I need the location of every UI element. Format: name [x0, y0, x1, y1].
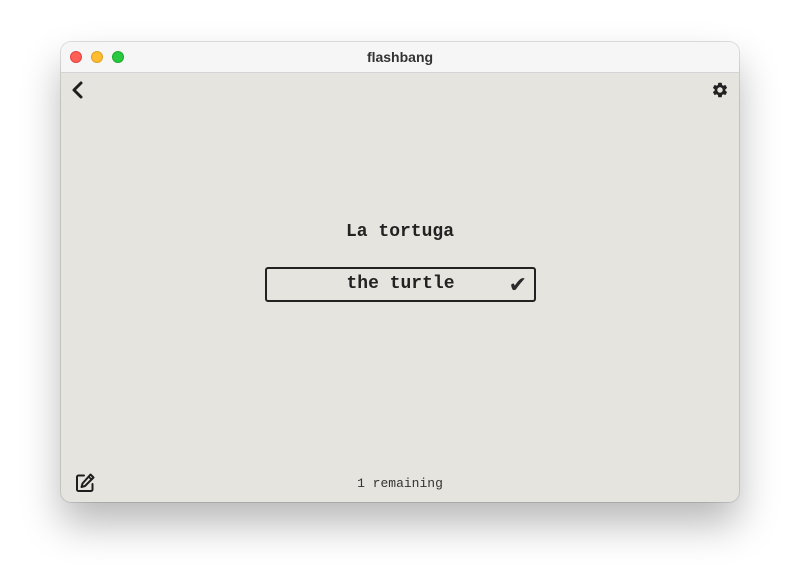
window-title: flashbang	[366, 49, 434, 65]
checkmark-icon: ✔	[508, 273, 527, 298]
back-button[interactable]	[69, 80, 87, 100]
answer-field[interactable]: the turtle ✔	[265, 267, 536, 302]
answer-value[interactable]: the turtle	[267, 269, 534, 300]
settings-button[interactable]	[711, 81, 729, 99]
chevron-left-icon	[72, 81, 83, 99]
card-prompt: La tortuga	[345, 222, 455, 242]
title-bar: flashbang	[61, 42, 739, 73]
gear-icon	[712, 82, 728, 98]
app-window: flashbang La tortuga the turtle ✔ 1 rema…	[61, 42, 739, 502]
remaining-count: 1 remaining	[357, 476, 443, 491]
